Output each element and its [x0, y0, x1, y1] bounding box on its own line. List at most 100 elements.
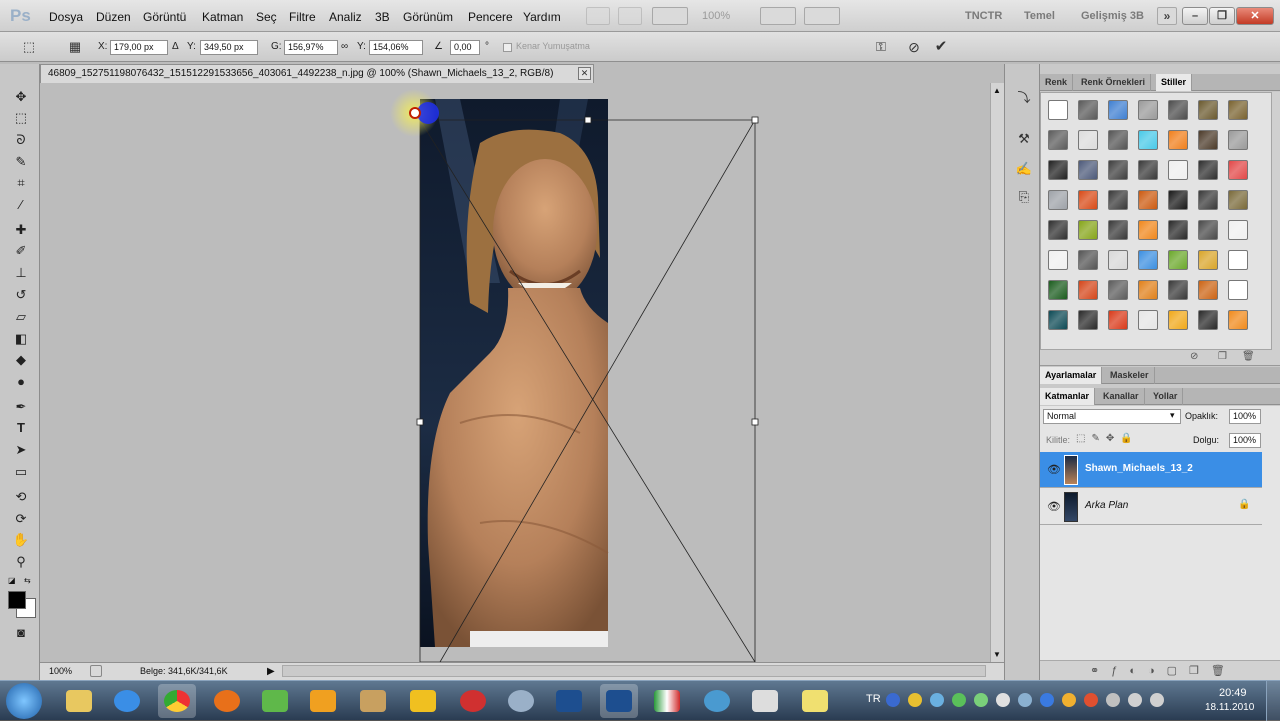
3d-rotate-icon[interactable]: ⟲ [11, 488, 31, 506]
style-swatch[interactable] [1198, 130, 1218, 150]
layer-row-arka-plan[interactable]: 👁 Arka Plan 🔒 [1040, 489, 1262, 525]
minibridge-button[interactable] [618, 7, 642, 25]
tab-ayarlamalar[interactable]: Ayarlamalar [1040, 367, 1103, 384]
commit-transform-icon[interactable]: ✔ [932, 39, 950, 55]
crop-tool-icon[interactable]: ⌗ [11, 174, 31, 192]
style-swatch[interactable] [1108, 190, 1128, 210]
delete-style-icon[interactable]: 🗑 [1242, 351, 1255, 362]
transform-handle-top-right[interactable] [751, 116, 759, 124]
style-swatch[interactable] [1078, 160, 1098, 180]
close-button[interactable]: ✕ [1236, 7, 1274, 25]
tray-icon-2[interactable] [930, 693, 944, 707]
style-swatch[interactable] [1198, 280, 1218, 300]
style-swatch[interactable] [1138, 100, 1158, 120]
app-taskbar-icon-2[interactable] [404, 684, 442, 718]
volume-tray-icon[interactable] [1150, 693, 1164, 707]
y-field[interactable]: 349,50 px [200, 40, 258, 55]
clone-source-icon[interactable]: ⎘ [1014, 188, 1034, 206]
tab-katmanlar[interactable]: Katmanlar [1040, 388, 1096, 405]
vertical-scrollbar[interactable]: ▲ ▼ [990, 83, 1004, 662]
move-tool-icon[interactable]: ✥ [11, 88, 31, 106]
style-swatch[interactable] [1138, 280, 1158, 300]
horizontal-scrollbar[interactable] [282, 665, 986, 677]
tray-icon-1[interactable] [908, 693, 922, 707]
style-swatch[interactable] [1228, 130, 1248, 150]
status-zoom[interactable]: 100% [49, 663, 72, 680]
media-player-taskbar-icon[interactable] [304, 684, 342, 718]
x-field[interactable]: 179,00 px [110, 40, 168, 55]
style-swatch[interactable] [1108, 130, 1128, 150]
firefox-taskbar-icon[interactable] [208, 684, 246, 718]
history-panel-icon[interactable]: ⤵ [1014, 89, 1034, 107]
style-swatch[interactable] [1048, 310, 1068, 330]
style-swatch[interactable] [1108, 220, 1128, 240]
tab-yollar[interactable]: Yollar [1148, 388, 1184, 405]
style-swatch[interactable] [1048, 220, 1068, 240]
style-swatch[interactable] [1048, 190, 1068, 210]
help-tray-icon[interactable] [886, 693, 900, 707]
tab-stiller[interactable]: Stiller [1156, 74, 1193, 91]
quick-mask-icon[interactable]: ◙ [11, 624, 31, 642]
style-swatch[interactable] [1078, 220, 1098, 240]
blend-mode-select[interactable]: Normal [1043, 409, 1181, 424]
menu-sec[interactable]: Seç [256, 10, 277, 24]
transform-handle-right[interactable] [751, 418, 759, 426]
tray-icon-7[interactable] [1062, 693, 1076, 707]
arrange-documents-icon[interactable] [760, 7, 796, 25]
style-swatch[interactable] [1078, 190, 1098, 210]
app-taskbar-icon-3[interactable] [454, 684, 492, 718]
app-taskbar-icon-5[interactable] [698, 684, 736, 718]
layer-name[interactable]: Shawn_Michaels_13_2 [1085, 463, 1193, 474]
style-swatch[interactable] [1138, 190, 1158, 210]
style-swatch[interactable] [1078, 250, 1098, 270]
style-swatch[interactable] [1048, 160, 1068, 180]
style-swatch[interactable] [1108, 250, 1128, 270]
style-swatch[interactable] [1138, 130, 1158, 150]
link-icon[interactable]: ∞ [341, 41, 348, 52]
network-tray-icon[interactable] [1128, 693, 1142, 707]
status-zoom-icon[interactable] [90, 665, 102, 677]
menu-yardim[interactable]: Yardım [523, 10, 561, 24]
ie-taskbar-icon[interactable] [108, 684, 146, 718]
style-swatch[interactable] [1168, 190, 1188, 210]
brush-panel-icon[interactable]: ✍ [1014, 160, 1034, 178]
style-swatch[interactable] [1048, 100, 1068, 120]
style-swatch[interactable] [1168, 160, 1188, 180]
antialias-checkbox[interactable] [503, 43, 512, 52]
canvas-area[interactable] [40, 83, 990, 662]
style-swatch[interactable] [1048, 280, 1068, 300]
style-swatch[interactable] [1108, 310, 1128, 330]
layer-name[interactable]: Arka Plan [1085, 500, 1128, 511]
screen-mode-icon[interactable] [804, 7, 840, 25]
swap-colors-icon[interactable]: ⇆ [24, 576, 31, 585]
tab-renk-ornekleri[interactable]: Renk Örnekleri [1076, 74, 1152, 91]
scroll-up-icon[interactable]: ▲ [993, 86, 1001, 95]
style-swatch[interactable] [1108, 100, 1128, 120]
style-swatch[interactable] [1228, 100, 1248, 120]
transform-tool-icon[interactable]: ⬚ [20, 39, 38, 55]
view-extras-icon[interactable] [652, 7, 688, 25]
app-taskbar-icon-4[interactable] [648, 684, 686, 718]
bluetooth-tray-icon[interactable] [1040, 693, 1054, 707]
menu-gorunum[interactable]: Görünüm [403, 10, 453, 24]
layer-row-shawn[interactable]: 👁 Shawn_Michaels_13_2 [1040, 452, 1262, 488]
hand-tool-icon[interactable]: ✋ [11, 531, 31, 549]
more-workspaces-button[interactable]: » [1157, 7, 1177, 25]
healing-brush-icon[interactable]: ✚ [11, 221, 31, 239]
style-swatch[interactable] [1228, 280, 1248, 300]
type-tool-icon[interactable]: T [11, 419, 31, 437]
workspace-tnctr[interactable]: TNCTR [965, 10, 1002, 22]
style-swatch[interactable] [1228, 160, 1248, 180]
visibility-eye-icon[interactable]: 👁 [1047, 463, 1061, 476]
paint-bucket-icon[interactable]: ◧ [11, 330, 31, 348]
minimize-button[interactable]: – [1182, 7, 1208, 25]
status-menu-arrow-icon[interactable]: ▶ [267, 663, 275, 680]
style-swatch[interactable] [1168, 220, 1188, 240]
menu-duzen[interactable]: Düzen [96, 10, 131, 24]
scroll-down-icon[interactable]: ▼ [993, 650, 1001, 659]
style-swatch[interactable] [1198, 190, 1218, 210]
tab-kanallar[interactable]: Kanallar [1098, 388, 1145, 405]
tray-icon-4[interactable] [974, 693, 988, 707]
lock-options-icons[interactable]: ⬚✎✥🔒 [1076, 433, 1139, 444]
path-select-icon[interactable]: ➤ [11, 441, 31, 459]
